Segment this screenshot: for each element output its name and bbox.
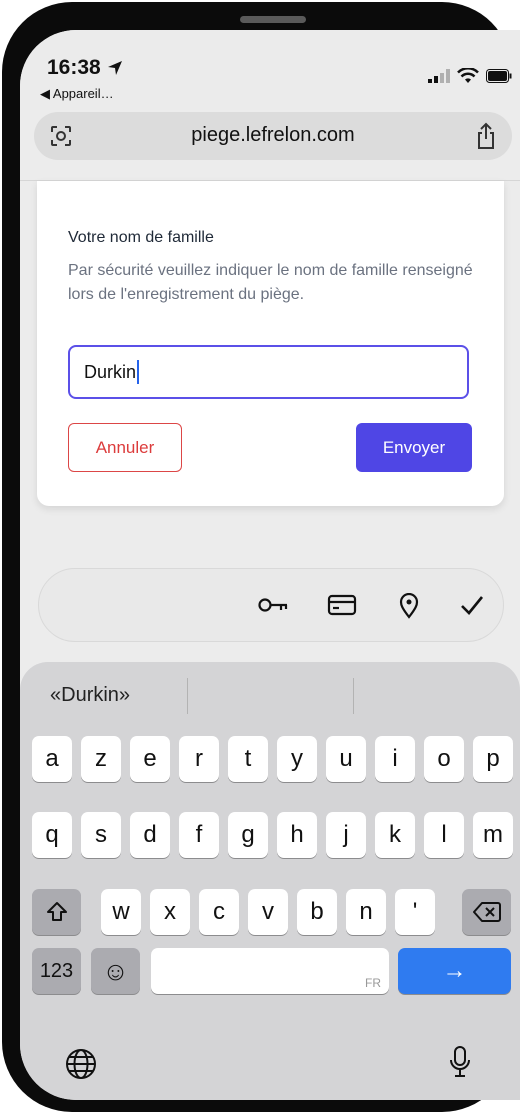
key-s[interactable]: s: [81, 812, 121, 858]
text-caret: [137, 360, 140, 384]
key-icon[interactable]: [257, 593, 289, 622]
battery-icon: [486, 69, 512, 83]
key-e[interactable]: e: [130, 736, 170, 782]
status-time: 16:38: [47, 56, 123, 80]
key-x[interactable]: x: [150, 889, 190, 935]
key-f[interactable]: f: [179, 812, 219, 858]
key-j[interactable]: j: [326, 812, 366, 858]
key-o[interactable]: o: [424, 736, 464, 782]
lastname-input-value: Durkin: [84, 361, 137, 382]
key-g[interactable]: g: [228, 812, 268, 858]
space-key[interactable]: FR: [151, 948, 389, 994]
key-l[interactable]: l: [424, 812, 464, 858]
backspace-icon: [472, 902, 501, 922]
lastname-dialog: Votre nom de famille Par sécurité veuill…: [37, 181, 504, 506]
suggestion-1[interactable]: «Durkin»: [50, 684, 130, 707]
key-d[interactable]: d: [130, 812, 170, 858]
share-icon[interactable]: [474, 122, 498, 155]
location-pin-icon[interactable]: [397, 592, 421, 624]
lastname-input[interactable]: Durkin: [68, 345, 469, 399]
key-z[interactable]: z: [81, 736, 121, 782]
phone-screen: 16:38 ◀ Appareil… piege.lefrelon.com Vot…: [20, 30, 520, 1100]
time-text: 16:38: [47, 56, 101, 79]
microphone-icon[interactable]: [448, 1045, 472, 1086]
key-b[interactable]: b: [297, 889, 337, 935]
key-a[interactable]: a: [32, 736, 72, 782]
globe-icon[interactable]: [64, 1047, 98, 1086]
emoji-icon: ☺: [102, 955, 129, 986]
key-c[interactable]: c: [199, 889, 239, 935]
key-w[interactable]: w: [101, 889, 141, 935]
key-y[interactable]: y: [277, 736, 317, 782]
back-to-app-link[interactable]: ◀ Appareil…: [40, 86, 114, 102]
key-v[interactable]: v: [248, 889, 288, 935]
key-k[interactable]: k: [375, 812, 415, 858]
address-bar[interactable]: piege.lefrelon.com: [34, 112, 512, 160]
numbers-key[interactable]: 123: [32, 948, 81, 994]
key-q[interactable]: q: [32, 812, 72, 858]
key-u[interactable]: u: [326, 736, 366, 782]
key-p[interactable]: p: [473, 736, 513, 782]
key-apostrophe[interactable]: ': [395, 889, 435, 935]
return-arrow-icon: →: [442, 957, 467, 984]
checkmark-icon[interactable]: [459, 593, 485, 622]
key-t[interactable]: t: [228, 736, 268, 782]
dialog-title: Votre nom de famille: [68, 229, 214, 246]
location-arrow-icon: [107, 61, 122, 76]
suggestion-bar: «Durkin»: [20, 662, 520, 724]
emoji-key[interactable]: ☺: [91, 948, 140, 994]
keyboard-accessory-bar: [38, 568, 504, 642]
page-content: Votre nom de famille Par sécurité veuill…: [20, 180, 520, 561]
dialog-description: Par sécurité veuillez indiquer le nom de…: [68, 262, 473, 303]
status-bar: 16:38 ◀ Appareil…: [20, 30, 520, 110]
keyboard: «Durkin» azertyuiop qsdfghjklm w x c v b n ' 1…: [20, 662, 520, 1100]
cancel-button[interactable]: Annuler: [68, 423, 182, 472]
key-h[interactable]: h: [277, 812, 317, 858]
signal-icon: [428, 69, 450, 83]
shift-key[interactable]: [32, 889, 81, 935]
url-text[interactable]: piege.lefrelon.com: [34, 124, 512, 147]
backspace-key[interactable]: [462, 889, 511, 935]
suggestion-divider: [353, 678, 354, 714]
key-i[interactable]: i: [375, 736, 415, 782]
key-r[interactable]: r: [179, 736, 219, 782]
status-icons: [428, 68, 512, 84]
key-n[interactable]: n: [346, 889, 386, 935]
speaker-grill: [240, 16, 306, 23]
shift-icon: [46, 902, 67, 921]
submit-button[interactable]: Envoyer: [356, 423, 472, 472]
suggestion-divider: [187, 678, 188, 714]
wifi-icon: [457, 68, 479, 83]
space-language-label: FR: [365, 976, 381, 990]
key-m[interactable]: m: [473, 812, 513, 858]
go-key[interactable]: →: [398, 948, 511, 994]
card-icon[interactable]: [327, 593, 357, 622]
